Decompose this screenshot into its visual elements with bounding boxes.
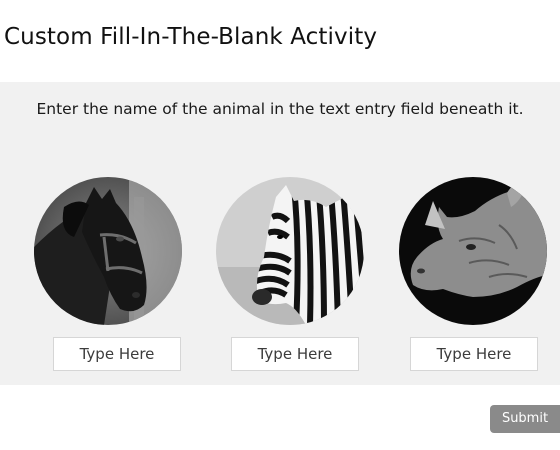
horse-answer-field[interactable] [53, 337, 181, 371]
activity-title: Custom Fill-In-The-Blank Activity [4, 24, 378, 50]
rhino-answer-field[interactable] [410, 337, 538, 371]
zebra-photo-icon [216, 177, 364, 325]
rhino-photo-icon [399, 177, 547, 325]
zebra-image [216, 177, 364, 325]
rhino-image [399, 177, 547, 325]
zebra-answer-field[interactable] [231, 337, 359, 371]
activity-page: Custom Fill-In-The-Blank Activity Enter … [0, 0, 560, 450]
submit-button[interactable]: Submit [490, 405, 560, 433]
horse-photo-icon [34, 177, 182, 325]
instructions-text: Enter the name of the animal in the text… [36, 100, 524, 118]
activity-panel: Enter the name of the animal in the text… [0, 82, 560, 385]
horse-image [34, 177, 182, 325]
